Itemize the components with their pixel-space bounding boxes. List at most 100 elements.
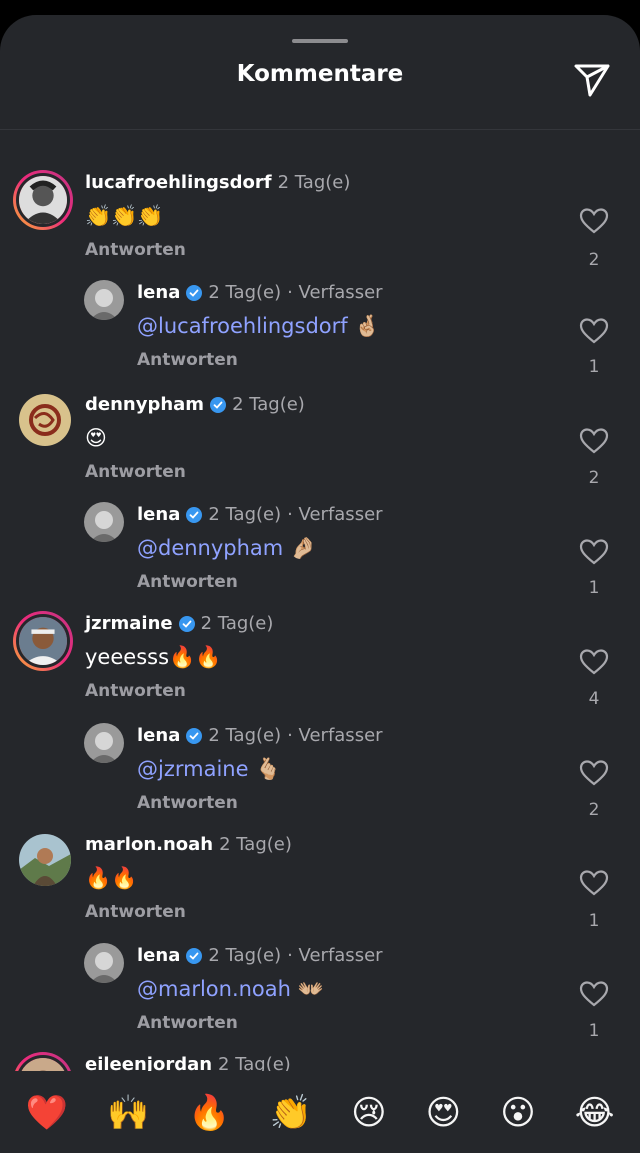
verified-badge-icon	[186, 506, 203, 523]
timestamp: 2 Tag(e)	[208, 504, 282, 525]
reaction-crying[interactable]: 😢	[351, 1096, 386, 1130]
timestamp: 2 Tag(e)	[208, 282, 282, 303]
timestamp: 2 Tag(e)	[218, 1054, 291, 1071]
avatar[interactable]	[84, 280, 124, 320]
verified-badge-icon	[210, 396, 227, 413]
avatar[interactable]	[84, 502, 124, 542]
mention-link[interactable]: @dennypham	[137, 536, 283, 560]
avatar[interactable]	[13, 170, 73, 230]
avatar[interactable]	[13, 611, 73, 671]
paper-plane-icon[interactable]	[570, 57, 614, 101]
reaction-fire[interactable]: 🔥	[188, 1096, 230, 1130]
comment-header: lena 2 Tag(e) · Verfasser	[137, 945, 383, 966]
comment-emoji: 🫰🏼	[255, 757, 282, 781]
mention-link[interactable]: @lucafroehlingsdorf	[137, 314, 348, 338]
heart-icon[interactable]	[578, 978, 610, 1010]
verified-badge-icon	[186, 947, 203, 964]
comment-text: @marlon.noah 👐🏼	[137, 977, 324, 1002]
like-count: 4	[588, 689, 600, 709]
avatar[interactable]	[84, 943, 124, 983]
timestamp: 2 Tag(e)	[208, 725, 282, 746]
like-count: 2	[588, 468, 600, 488]
comment-header: lena 2 Tag(e) · Verfasser	[137, 282, 383, 303]
comments-sheet: Kommentare lucafroehlingsdorf 2 Tag(e) 👏…	[0, 15, 640, 1153]
author-tag: · Verfasser	[287, 725, 383, 746]
heart-icon[interactable]	[578, 757, 610, 789]
comment-text: @jzrmaine 🫰🏼	[137, 757, 281, 782]
comment-emoji: 👐🏼	[297, 977, 324, 1001]
username[interactable]: lucafroehlingsdorf	[85, 172, 272, 193]
comment-emoji: 🤌🏼	[289, 536, 317, 560]
username[interactable]: lena	[137, 282, 180, 303]
timestamp: 2 Tag(e)	[219, 834, 292, 855]
reaction-heart-eyes[interactable]: 😍	[426, 1096, 461, 1130]
avatar[interactable]	[19, 394, 71, 446]
reply-button[interactable]: Antworten	[137, 793, 238, 813]
reply-button[interactable]: Antworten	[85, 240, 186, 260]
timestamp: 2 Tag(e)	[208, 945, 282, 966]
timestamp: 2 Tag(e)	[200, 613, 274, 634]
mention-link[interactable]: @jzrmaine	[137, 757, 249, 781]
like-count: 1	[588, 911, 600, 931]
timestamp: 2 Tag(e)	[277, 172, 351, 193]
reply-button[interactable]: Antworten	[137, 350, 238, 370]
comment-text: 🔥🔥	[85, 866, 138, 890]
heart-icon[interactable]	[578, 646, 610, 678]
comment-emoji: 🤞🏼	[354, 314, 381, 338]
reaction-bar: ❤️ 🙌 🔥 👏 😢 😍 😮 😂	[0, 1072, 640, 1153]
comment-header: lena 2 Tag(e) · Verfasser	[137, 504, 383, 525]
like-count: 1	[588, 578, 600, 598]
avatar[interactable]	[84, 723, 124, 763]
like-count: 1	[588, 1021, 600, 1041]
heart-icon[interactable]	[578, 867, 610, 899]
comment-header: eileenjordan 2 Tag(e)	[85, 1054, 291, 1071]
reaction-heart[interactable]: ❤️	[26, 1096, 68, 1130]
comment-header: dennypham 2 Tag(e)	[85, 394, 305, 415]
reaction-surprised[interactable]: 😮	[500, 1096, 535, 1130]
username[interactable]: jzrmaine	[85, 613, 173, 634]
mention-link[interactable]: @marlon.noah	[137, 977, 291, 1001]
comment-text: @lucafroehlingsdorf 🤞🏼	[137, 314, 381, 339]
comment-header: jzrmaine 2 Tag(e)	[85, 613, 273, 634]
comment-text: yeeesss🔥🔥	[85, 645, 222, 669]
comment-text: 👏👏👏	[85, 204, 164, 228]
sheet-grabber[interactable]	[292, 39, 348, 43]
comment-text: @dennypham 🤌🏼	[137, 536, 316, 561]
username[interactable]: lena	[137, 945, 180, 966]
author-tag: · Verfasser	[287, 282, 383, 303]
reaction-laughing[interactable]: 😂	[575, 1096, 615, 1130]
verified-badge-icon	[178, 615, 195, 632]
heart-icon[interactable]	[578, 425, 610, 457]
comment-header: lucafroehlingsdorf 2 Tag(e)	[85, 172, 350, 193]
avatar[interactable]	[13, 1052, 73, 1071]
comment-header: marlon.noah 2 Tag(e)	[85, 834, 292, 855]
username[interactable]: dennypham	[85, 394, 204, 415]
reaction-raised-hands[interactable]: 🙌	[107, 1096, 149, 1130]
comment-list[interactable]: lucafroehlingsdorf 2 Tag(e) 👏👏👏 Antworte…	[0, 130, 640, 1071]
comment-header: lena 2 Tag(e) · Verfasser	[137, 725, 383, 746]
page-title: Kommentare	[236, 61, 404, 87]
reply-button[interactable]: Antworten	[137, 1013, 238, 1033]
verified-badge-icon	[186, 284, 203, 301]
like-count: 2	[588, 800, 600, 820]
reply-button[interactable]: Antworten	[85, 681, 186, 701]
avatar[interactable]	[19, 834, 71, 886]
username[interactable]: marlon.noah	[85, 834, 213, 855]
verified-badge-icon	[186, 727, 203, 744]
reply-button[interactable]: Antworten	[85, 902, 186, 922]
heart-icon[interactable]	[578, 205, 610, 237]
heart-icon[interactable]	[578, 315, 610, 347]
comment-text: 😍	[85, 426, 107, 450]
like-count: 2	[588, 250, 600, 270]
username[interactable]: eileenjordan	[85, 1054, 212, 1071]
like-count: 1	[588, 357, 600, 377]
reply-button[interactable]: Antworten	[137, 572, 238, 592]
username[interactable]: lena	[137, 725, 180, 746]
reaction-clap[interactable]: 👏	[270, 1096, 312, 1130]
heart-icon[interactable]	[578, 536, 610, 568]
timestamp: 2 Tag(e)	[232, 394, 305, 415]
reply-button[interactable]: Antworten	[85, 462, 186, 482]
author-tag: · Verfasser	[287, 945, 383, 966]
username[interactable]: lena	[137, 504, 180, 525]
author-tag: · Verfasser	[287, 504, 383, 525]
